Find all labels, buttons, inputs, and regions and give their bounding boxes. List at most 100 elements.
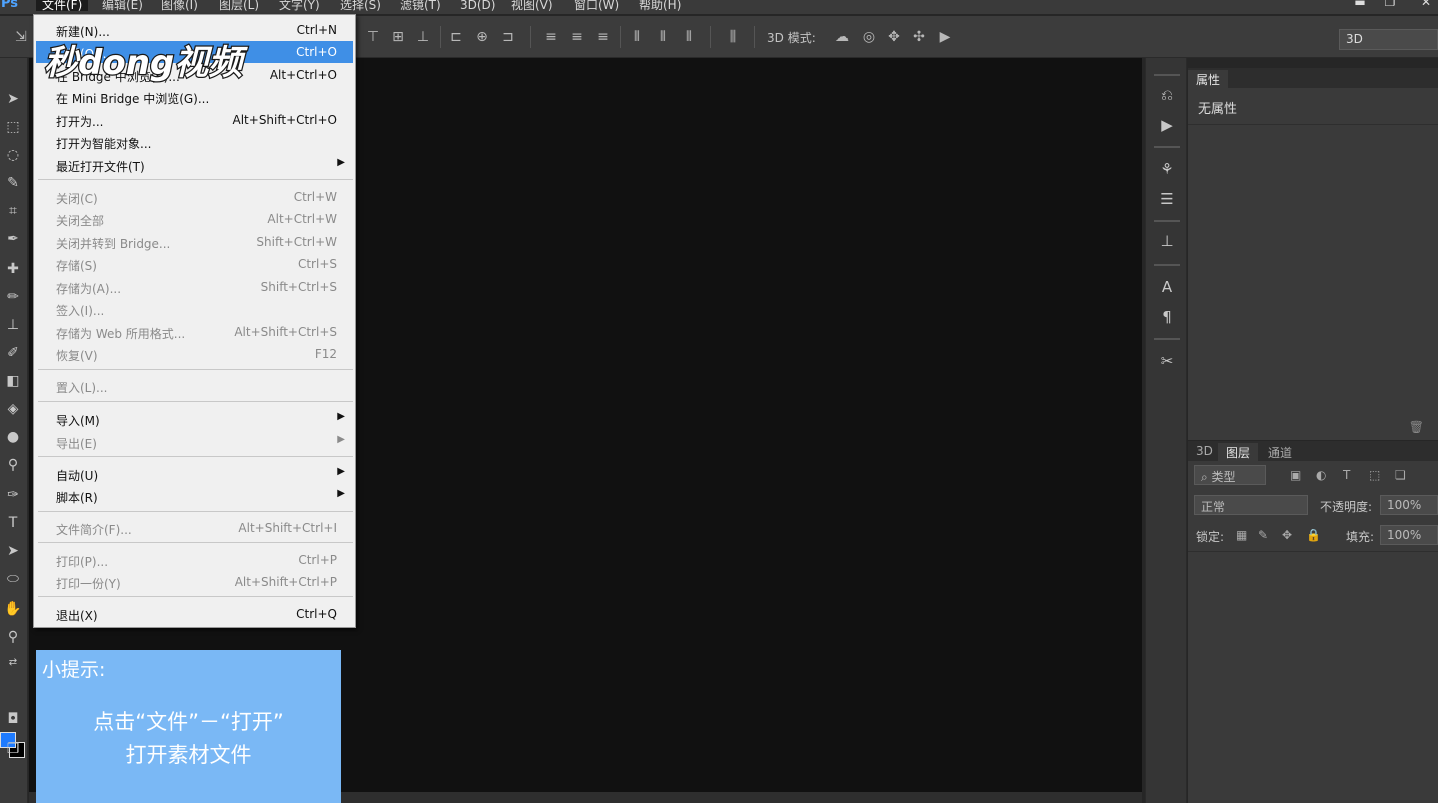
menu-item-file-info[interactable]: 文件简介(F)... Alt+Shift+Ctrl+I: [36, 517, 353, 539]
history-icon[interactable]: ⎌: [1156, 84, 1178, 106]
filter-type-icon[interactable]: T: [1343, 468, 1350, 482]
distribute-right-icon[interactable]: ⫴: [680, 28, 698, 46]
lock-transparent-icon[interactable]: ▦: [1236, 528, 1247, 542]
menu-item-close-all[interactable]: 关闭全部 Alt+Ctrl+W: [36, 208, 353, 230]
align-right-icon[interactable]: ⊐: [499, 28, 517, 46]
restore-icon[interactable]: ❐: [1378, 0, 1402, 10]
3d-scale-icon[interactable]: ▶: [936, 28, 954, 46]
character-icon[interactable]: A: [1156, 276, 1178, 298]
minimize-icon[interactable]: ▬: [1348, 0, 1372, 10]
tool-presets-icon[interactable]: ✂: [1156, 350, 1178, 372]
tab-properties[interactable]: 属性: [1188, 70, 1229, 88]
menu-filter[interactable]: 滤镜(T): [400, 0, 441, 11]
menu-item-import[interactable]: 导入(M) ▶: [36, 408, 353, 430]
brush-presets-icon[interactable]: ⚘: [1156, 158, 1178, 180]
fill-input[interactable]: 100%: [1380, 525, 1438, 545]
swap-colors-icon[interactable]: ⇄: [2, 652, 24, 674]
trash-icon[interactable]: 🗑: [1409, 420, 1424, 434]
filter-shape-icon[interactable]: ⬚: [1369, 468, 1380, 482]
distribute-vcenter-icon[interactable]: ≡: [568, 28, 586, 46]
eyedropper-tool-icon[interactable]: ✒: [2, 228, 24, 250]
opacity-input[interactable]: 100%: [1380, 495, 1438, 515]
blend-mode-select[interactable]: 正常: [1194, 495, 1308, 515]
menu-item-save-for-web[interactable]: 存储为 Web 所用格式... Alt+Shift+Ctrl+S: [36, 321, 353, 343]
layer-filter-select[interactable]: ⌕ 类型: [1194, 465, 1266, 485]
blur-tool-icon[interactable]: ●: [2, 426, 24, 448]
distribute-top-icon[interactable]: ≡: [542, 28, 560, 46]
actions-play-icon[interactable]: ▶: [1156, 114, 1178, 136]
dock-grip[interactable]: [1154, 338, 1180, 340]
path-select-tool-icon[interactable]: ➤: [2, 540, 24, 562]
tab-channels[interactable]: 通道: [1260, 443, 1300, 461]
menu-item-revert[interactable]: 恢复(V) F12: [36, 343, 353, 365]
menu-item-print[interactable]: 打印(P)... Ctrl+P: [36, 549, 353, 571]
menu-item-save-as[interactable]: 存储为(A)... Shift+Ctrl+S: [36, 276, 353, 298]
dock-grip[interactable]: [1154, 220, 1180, 222]
lock-position-icon[interactable]: ✥: [1282, 528, 1292, 542]
history-brush-tool-icon[interactable]: ✐: [2, 342, 24, 364]
clone-stamp-tool-icon[interactable]: ⊥: [2, 314, 24, 336]
menu-file[interactable]: 文件(F): [36, 0, 89, 11]
lasso-tool-icon[interactable]: ◌: [2, 144, 24, 166]
3d-slide-icon[interactable]: ✣: [910, 28, 928, 46]
tab-layers[interactable]: 图层: [1218, 443, 1259, 461]
quick-mask-icon[interactable]: ◘: [2, 708, 24, 730]
menu-item-save[interactable]: 存储(S) Ctrl+S: [36, 253, 353, 275]
move-tool-icon[interactable]: ⇲: [12, 28, 30, 46]
menu-help[interactable]: 帮助(H): [639, 0, 681, 11]
paragraph-icon[interactable]: ¶: [1156, 306, 1178, 328]
type-tool-icon[interactable]: T: [2, 512, 24, 534]
quick-select-tool-icon[interactable]: ✎: [2, 172, 24, 194]
menu-item-close-go-bridge[interactable]: 关闭并转到 Bridge... Shift+Ctrl+W: [36, 231, 353, 253]
tab-3d[interactable]: 3D: [1188, 443, 1221, 461]
menu-item-place[interactable]: 置入(L)...: [36, 375, 353, 397]
menu-item-automate[interactable]: 自动(U) ▶: [36, 463, 353, 485]
menu-item-browse-mini-bridge[interactable]: 在 Mini Bridge 中浏览(G)...: [36, 86, 353, 108]
menu-3d[interactable]: 3D(D): [460, 0, 495, 11]
menu-type[interactable]: 文字(Y): [279, 0, 320, 11]
3d-pan-icon[interactable]: ✥: [885, 28, 903, 46]
auto-align-icon[interactable]: ⫼: [724, 28, 742, 46]
distribute-left-icon[interactable]: ⫴: [628, 28, 646, 46]
menu-item-check-in[interactable]: 签入(I)...: [36, 298, 353, 320]
align-left-icon[interactable]: ⊏: [447, 28, 465, 46]
menu-view[interactable]: 视图(V): [511, 0, 553, 11]
lock-image-icon[interactable]: ✎: [1258, 528, 1268, 542]
adjustments-icon[interactable]: ☰: [1156, 188, 1178, 210]
menu-window[interactable]: 窗口(W): [574, 0, 619, 11]
menu-image[interactable]: 图像(I): [161, 0, 198, 11]
zoom-tool-icon[interactable]: ⚲: [2, 626, 24, 648]
menu-layer[interactable]: 图层(L): [219, 0, 259, 11]
menu-item-recent-files[interactable]: 最近打开文件(T) ▶: [36, 154, 353, 176]
align-hcenter-icon[interactable]: ⊕: [473, 28, 491, 46]
filter-pixel-icon[interactable]: ▣: [1290, 468, 1301, 482]
dock-grip[interactable]: [1154, 264, 1180, 266]
distribute-hcenter-icon[interactable]: ⫴: [654, 28, 672, 46]
healing-brush-tool-icon[interactable]: ✚: [2, 258, 24, 280]
screen-mode-icon[interactable]: ❐: [2, 738, 24, 760]
align-vcenter-icon[interactable]: ⊞: [389, 28, 407, 46]
marquee-tool-icon[interactable]: ⬚: [2, 116, 24, 138]
menu-item-scripts[interactable]: 脚本(R) ▶: [36, 485, 353, 507]
menu-item-exit[interactable]: 退出(X) Ctrl+Q: [36, 603, 353, 625]
crop-tool-icon[interactable]: ⌗: [2, 200, 24, 222]
menu-item-export[interactable]: 导出(E) ▶: [36, 431, 353, 453]
paint-bucket-tool-icon[interactable]: ◈: [2, 398, 24, 420]
dock-grip[interactable]: [1154, 146, 1180, 148]
menu-item-open-as[interactable]: 打开为... Alt+Shift+Ctrl+O: [36, 109, 353, 131]
menu-edit[interactable]: 编辑(E): [102, 0, 143, 11]
filter-adjustment-icon[interactable]: ◐: [1316, 468, 1326, 482]
close-icon[interactable]: ✕: [1414, 0, 1438, 10]
3d-roll-icon[interactable]: ◎: [860, 28, 878, 46]
dock-grip[interactable]: [1154, 74, 1180, 76]
menu-select[interactable]: 选择(S): [340, 0, 381, 11]
workspace-select[interactable]: 3D: [1339, 29, 1438, 50]
ellipse-tool-icon[interactable]: ⬭: [2, 568, 24, 590]
eraser-tool-icon[interactable]: ◧: [2, 370, 24, 392]
pen-tool-icon[interactable]: ✑: [2, 484, 24, 506]
dodge-tool-icon[interactable]: ⚲: [2, 454, 24, 476]
brush-tool-icon[interactable]: ✏: [2, 286, 24, 308]
menu-item-print-one[interactable]: 打印一份(Y) Alt+Shift+Ctrl+P: [36, 571, 353, 593]
menu-item-close[interactable]: 关闭(C) Ctrl+W: [36, 186, 353, 208]
3d-rotate-icon[interactable]: ☁: [833, 28, 851, 46]
